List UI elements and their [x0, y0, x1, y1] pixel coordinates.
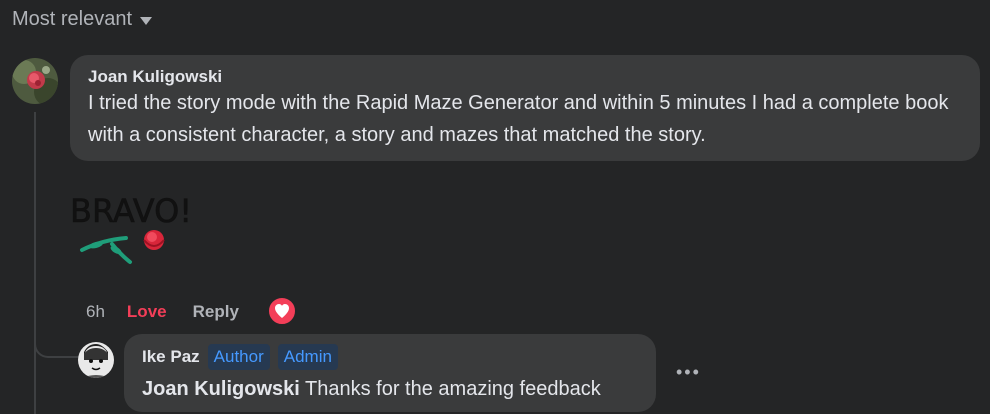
mention-link[interactable]: Joan Kuligowski [142, 378, 300, 400]
reply-message: Thanks for the amazing feedback [299, 378, 601, 400]
admin-badge[interactable]: Admin [277, 344, 338, 370]
sort-label: Most relevant [12, 8, 133, 30]
sort-dropdown[interactable]: Most relevant [12, 8, 153, 31]
cartoon-face-avatar [78, 342, 114, 378]
reply-bubble: Ike Paz Author Admin Joan Kuligowski Tha… [124, 334, 656, 412]
avatar[interactable] [12, 58, 58, 104]
more-options-icon[interactable]: ••• [676, 362, 701, 383]
reply-avatar[interactable] [78, 342, 114, 378]
reply-header: Ike Paz Author Admin [142, 342, 638, 372]
reply-button[interactable]: Reply [193, 302, 239, 322]
love-reaction-button[interactable]: Love [127, 302, 167, 322]
thread-line [34, 112, 36, 414]
comment-actions: 6h Love Reply [86, 296, 297, 326]
author-badge[interactable]: Author [207, 344, 270, 370]
bravo-sticker: BRAVO! [68, 188, 192, 276]
caret-down-icon [140, 17, 153, 25]
comment-bubble: Joan Kuligowski I tried the story mode w… [70, 55, 980, 161]
comment-author-name[interactable]: Joan Kuligowski [88, 67, 962, 87]
reply-author-name[interactable]: Ike Paz [142, 347, 200, 367]
rose-photo-avatar [12, 58, 58, 104]
reply-connector-line [34, 320, 78, 358]
sticker-text: BRAVO! [70, 192, 188, 230]
comment-timestamp[interactable]: 6h [86, 302, 105, 322]
reply-text: Joan Kuligowski Thanks for the amazing f… [142, 374, 638, 404]
heart-icon[interactable] [266, 296, 297, 326]
comment-text: I tried the story mode with the Rapid Ma… [88, 92, 949, 146]
